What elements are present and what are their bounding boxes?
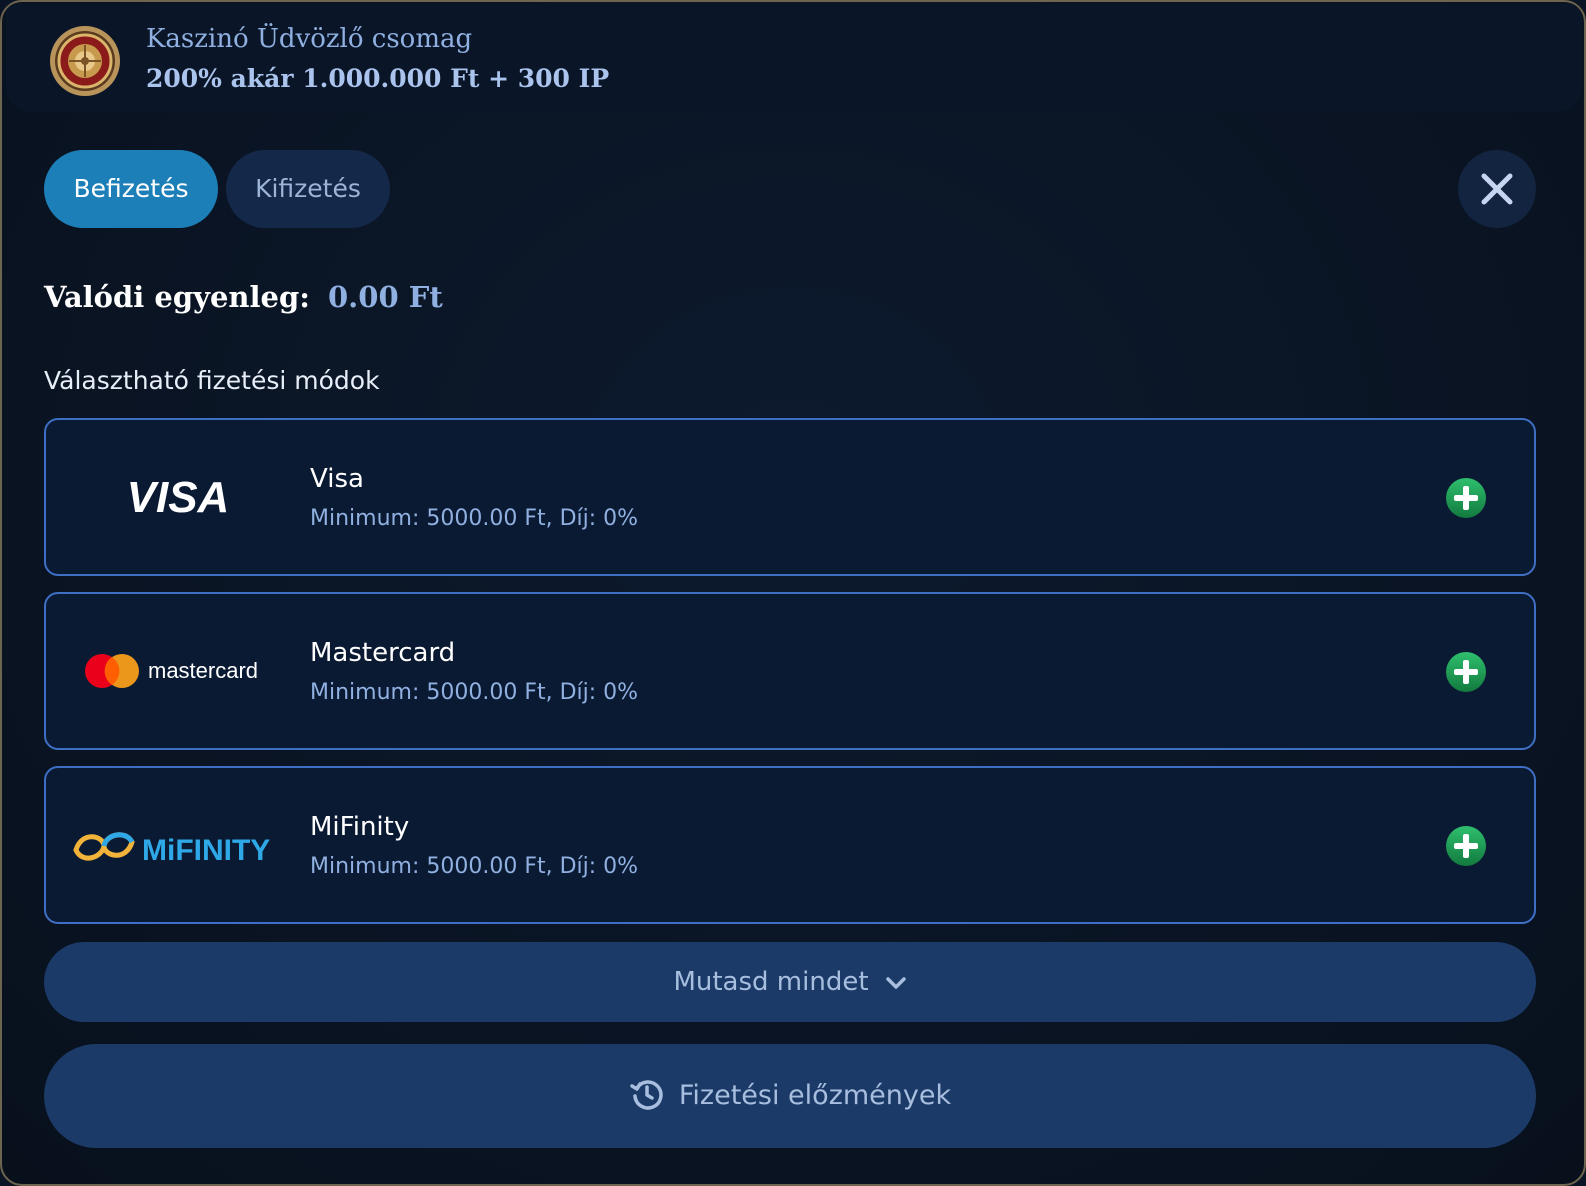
payment-history-button[interactable]: Fizetési előzmények [44,1044,1536,1148]
roulette-icon [50,26,120,96]
plus-icon[interactable] [1446,652,1486,692]
chevron-down-icon [885,976,906,989]
show-all-button[interactable]: Mutasd mindet [44,942,1536,1022]
method-desc: Minimum: 5000.00 Ft, Díj: 0% [310,506,639,531]
method-name: MiFinity [310,812,410,842]
promo-title: Kaszinó Üdvözlő csomag [146,24,473,54]
promo-banner[interactable]: Kaszinó Üdvözlő csomag 200% akár 1.000.0… [6,4,1582,112]
tab-deposit[interactable]: Befizetés [44,150,218,228]
close-button[interactable] [1458,150,1536,228]
close-icon [1481,173,1513,205]
mastercard-logo: mastercard [85,654,258,688]
promo-subtitle: 200% akár 1.000.000 Ft + 300 IP [146,64,610,93]
history-label: Fizetési előzmények [678,1080,952,1111]
plus-icon[interactable] [1446,826,1486,866]
method-name: Visa [310,464,364,494]
mifinity-logo: MiFINITY [73,832,270,867]
payment-method-visa[interactable]: VISA Visa Minimum: 5000.00 Ft, Díj: 0% [44,418,1536,576]
show-all-label: Mutasd mindet [673,967,869,997]
payment-method-mifinity[interactable]: MiFINITY MiFinity Minimum: 5000.00 Ft, D… [44,766,1536,924]
balance-value: 0.00 Ft [328,280,443,314]
visa-logo: VISA [127,473,230,522]
payment-method-mastercard[interactable]: mastercard Mastercard Minimum: 5000.00 F… [44,592,1536,750]
history-icon [630,1079,663,1110]
methods-title: Választható fizetési módok [44,366,380,395]
tab-withdraw[interactable]: Kifizetés [226,150,390,228]
balance-label: Valódi egyenleg: [44,280,310,314]
payment-modal: Kaszinó Üdvözlő csomag 200% akár 1.000.0… [0,0,1586,1186]
mifinity-logo-text: MiFINITY [142,834,270,867]
method-name: Mastercard [310,638,456,668]
mastercard-logo-text: mastercard [148,658,258,683]
visa-logo-text: VISA [127,473,230,522]
method-desc: Minimum: 5000.00 Ft, Díj: 0% [310,854,639,879]
method-desc: Minimum: 5000.00 Ft, Díj: 0% [310,680,639,705]
plus-icon[interactable] [1446,478,1486,518]
